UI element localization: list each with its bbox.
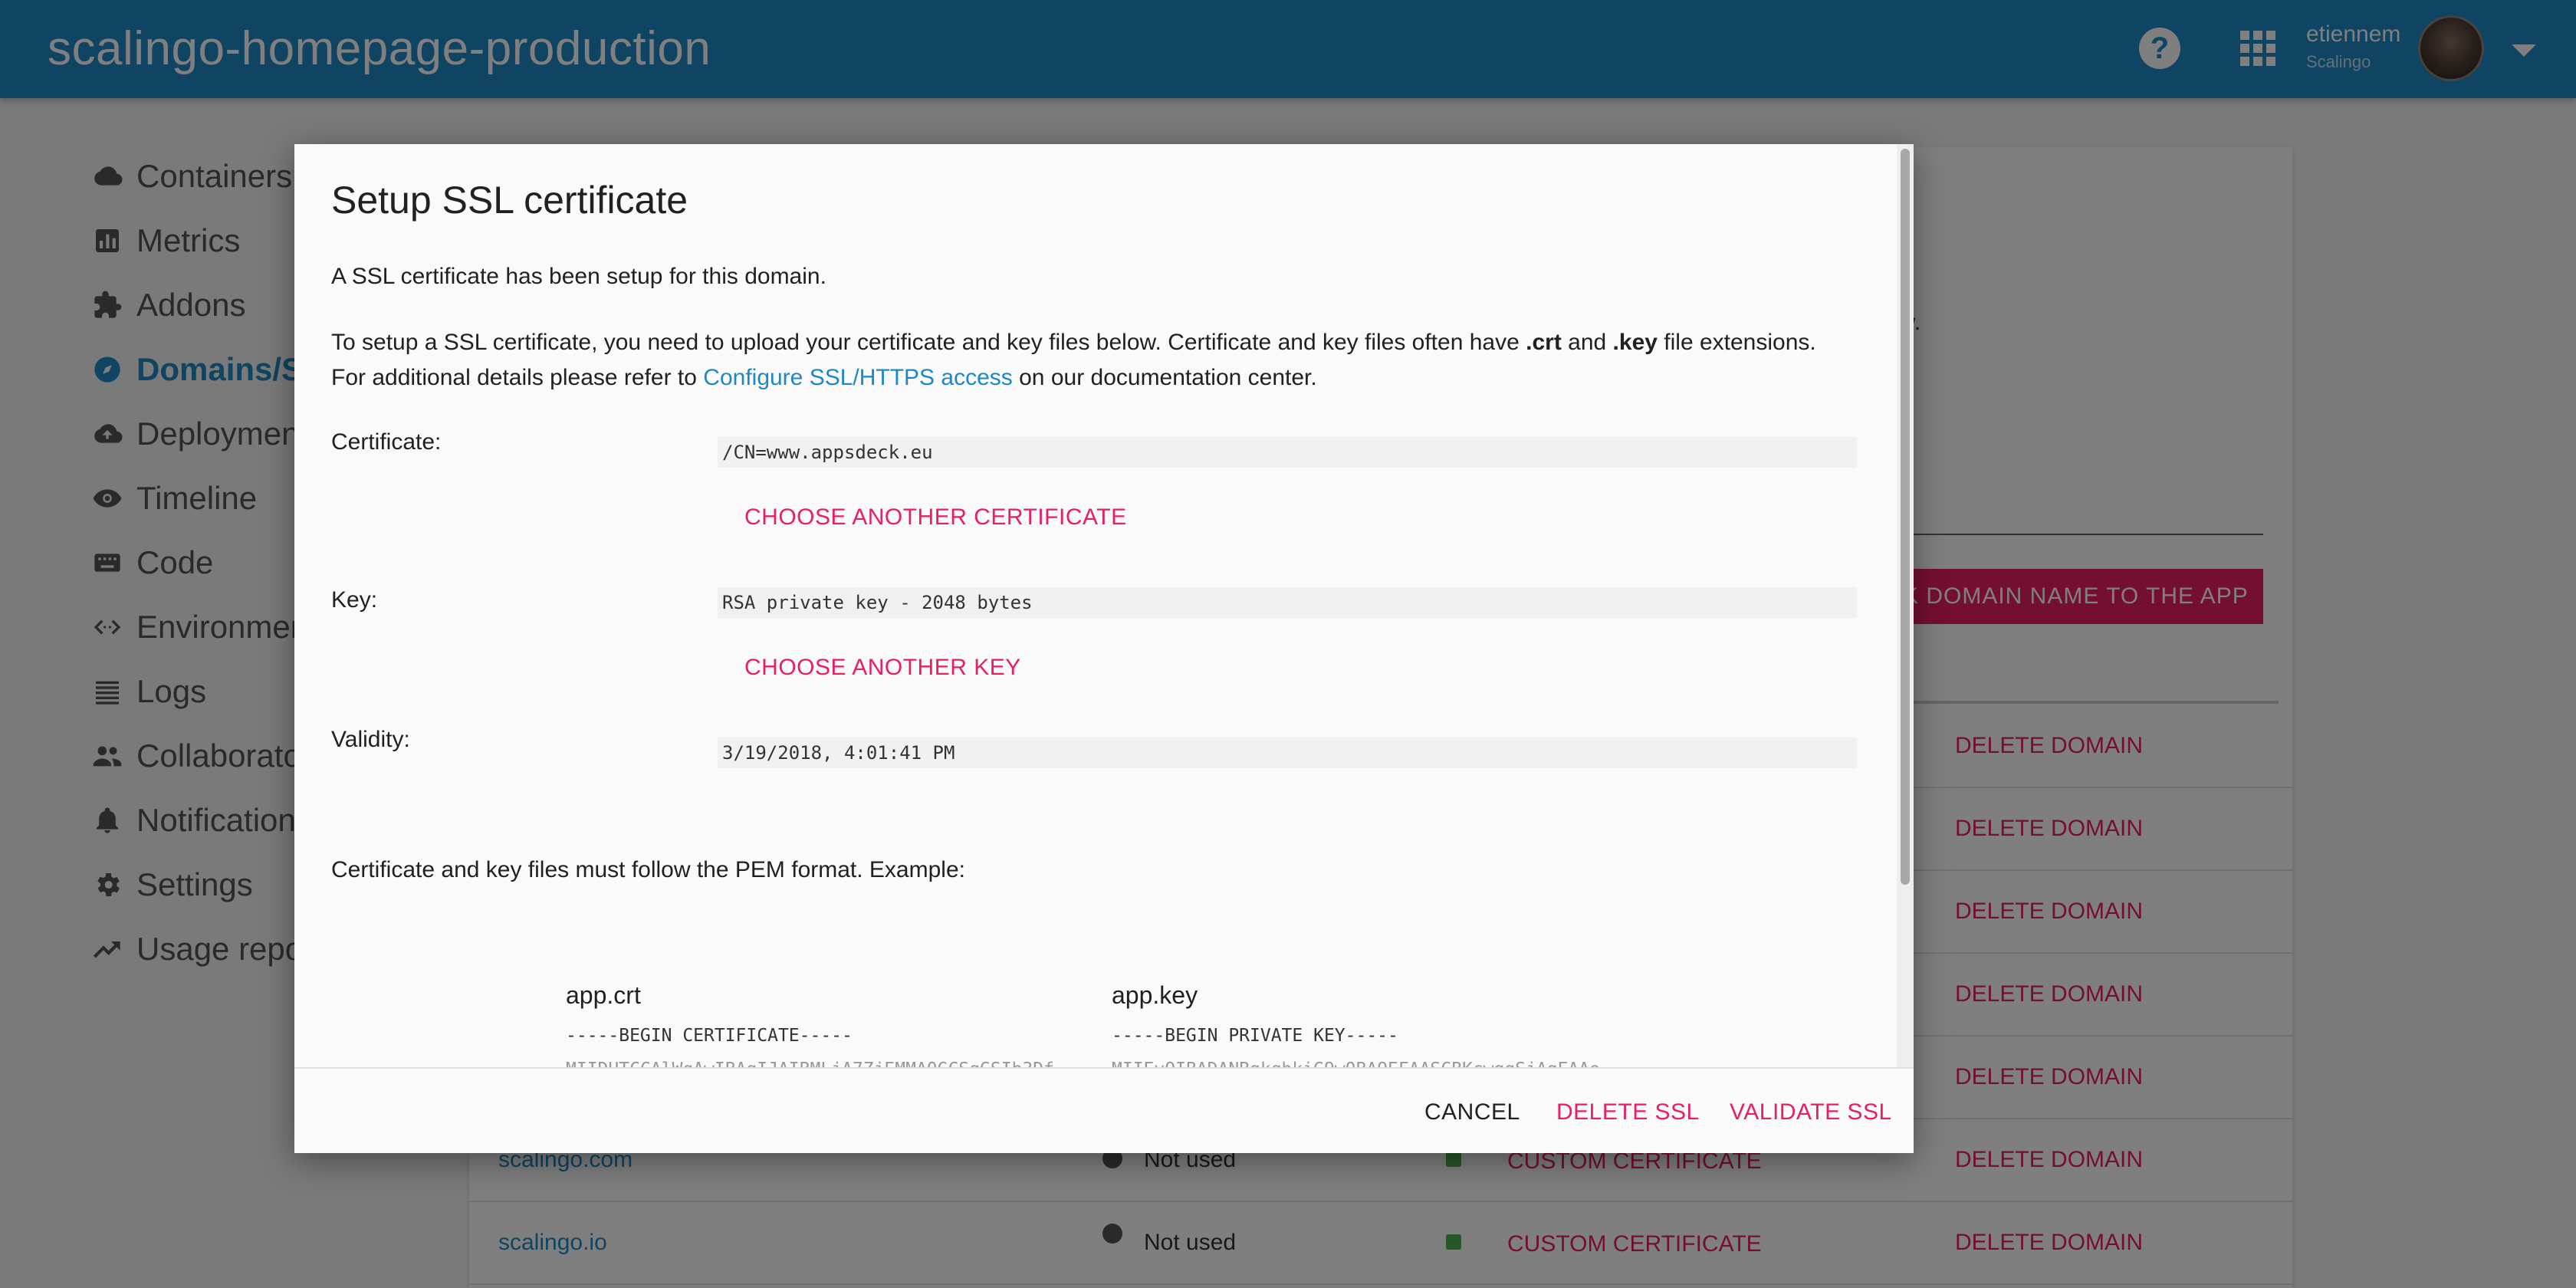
dialog-title: Setup SSL certificate [331,179,688,222]
validate-ssl-button[interactable]: VALIDATE SSL [1730,1099,1892,1125]
example-key-title: app.key [1112,981,1198,1009]
example-crt-line: -----BEGIN CERTIFICATE----- [566,1026,853,1046]
validity-value: 3/19/2018, 4:01:41 PM [718,738,1857,768]
example-crt-title: app.crt [566,981,641,1009]
dialog-footer: CANCEL DELETE SSL VALIDATE SSL [294,1067,1914,1153]
ssl-dialog: Setup SSL certificate A SSL certificate … [294,144,1914,1153]
example-crt-line: MIIDHTCCAlWgAwIBAgIJAIBMLjA7ZjEMMA0GCSqG… [566,1060,1054,1067]
certificate-label: Certificate: [331,429,442,455]
key-label: Key: [331,587,378,613]
example-key-line: -----BEGIN PRIVATE KEY----- [1112,1026,1398,1046]
pem-format-text: Certificate and key files must follow th… [331,857,965,882]
delete-ssl-button[interactable]: DELETE SSL [1556,1099,1700,1125]
choose-certificate-button[interactable]: CHOOSE ANOTHER CERTIFICATE [744,504,1127,531]
ssl-status-text: A SSL certificate has been setup for thi… [331,264,826,289]
cancel-button[interactable]: CANCEL [1424,1099,1520,1125]
details-text: For additional details please refer to C… [331,365,1317,390]
dialog-scroll-thumb[interactable] [1901,149,1910,885]
dialog-body: Setup SSL certificate A SSL certificate … [294,144,1897,1067]
documentation-link[interactable]: Configure SSL/HTTPS access [703,365,1013,390]
validity-label: Validity: [331,727,410,752]
example-key-line: MIIEvQIBADANBgkqhkiG9w0BAQEFAASCBKcwggSj… [1112,1060,1600,1067]
instructions-text: To setup a SSL certificate, you need to … [331,330,1816,355]
choose-key-button[interactable]: CHOOSE ANOTHER KEY [744,655,1021,681]
key-value: RSA private key - 2048 bytes [718,587,1857,618]
certificate-value: /CN=www.appsdeck.eu [718,437,1857,468]
